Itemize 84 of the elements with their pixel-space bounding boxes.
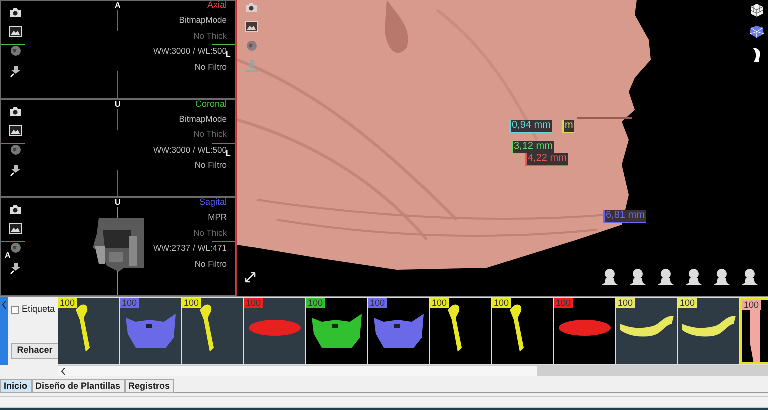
scrollbar-thumb[interactable] xyxy=(537,366,768,376)
tab[interactable]: Diseño de Plantillas xyxy=(32,378,125,392)
head-view-icon[interactable] xyxy=(602,268,618,286)
head-view-icon[interactable] xyxy=(658,268,674,286)
model-thumbnail[interactable]: 100 xyxy=(58,298,119,364)
orientation-label: U xyxy=(114,198,122,208)
view-info: BitmapMode xyxy=(179,14,227,27)
measurement-label: m xyxy=(562,120,574,133)
opacity-badge: 100 xyxy=(244,298,264,308)
head-view-icon[interactable] xyxy=(714,268,730,286)
resize-icon[interactable] xyxy=(245,272,256,283)
tab[interactable]: Inicio xyxy=(0,378,32,392)
view-info: No Filtro xyxy=(194,60,227,74)
view-info: No Thick xyxy=(194,128,227,142)
view-info: WW:2737 / WL:471 xyxy=(153,242,227,256)
measurement-label: 4,22 mm xyxy=(525,153,568,166)
orientation-label: L xyxy=(226,150,231,158)
mesh-icon[interactable] xyxy=(749,25,765,39)
model-thumbnail[interactable]: 100 xyxy=(678,298,739,364)
image-icon[interactable] xyxy=(9,223,22,234)
opacity-badge: 100 xyxy=(306,298,326,308)
orientation-label: A xyxy=(114,1,122,10)
view-line xyxy=(1,44,25,45)
view-info: No Thick xyxy=(194,30,227,42)
view-info: No Filtro xyxy=(194,159,227,172)
image-icon[interactable] xyxy=(245,21,258,32)
opacity-badge: 100 xyxy=(182,298,202,308)
model-thumbnail[interactable]: 100 xyxy=(430,298,491,364)
opacity-badge: 100 xyxy=(58,298,78,308)
opacity-badge: 100 xyxy=(678,298,698,308)
measurement-label: 0,94 mm xyxy=(509,120,552,133)
opacity-badge: 100 xyxy=(120,298,140,308)
head-view-icon[interactable] xyxy=(742,268,758,286)
orientation-label: L xyxy=(226,51,231,59)
cube-grid-icon[interactable] xyxy=(750,3,764,17)
opacity-badge: 100 xyxy=(554,298,574,308)
view-line xyxy=(1,142,25,144)
camera-icon[interactable] xyxy=(9,204,22,216)
redo-button[interactable]: Rehacer xyxy=(11,343,59,359)
chevron-left-icon xyxy=(2,301,6,309)
globe-icon[interactable] xyxy=(10,144,22,156)
view-info: WW:3000 / WL:500 xyxy=(153,144,227,155)
model-thumbnail[interactable]: 100 xyxy=(740,298,768,364)
model-thumbnail[interactable]: 100 xyxy=(616,298,677,364)
measurement-label: 6,81 mm xyxy=(603,210,646,223)
view-info: No Thick xyxy=(194,226,227,240)
image-icon[interactable] xyxy=(9,26,22,37)
model-thumbnail[interactable]: 100 xyxy=(182,298,243,364)
opacity-badge: 100 xyxy=(742,300,762,310)
opacity-badge: 100 xyxy=(492,298,512,308)
view-line xyxy=(212,142,235,144)
opacity-badge: 100 xyxy=(430,298,450,308)
view-info: WW:3000 / WL:500 xyxy=(153,45,227,56)
view-line xyxy=(212,241,235,242)
view-line xyxy=(1,241,25,242)
globe-icon[interactable] xyxy=(246,40,258,52)
model-thumbnail[interactable]: 100 xyxy=(492,298,553,364)
checkbox-label: Etiqueta xyxy=(22,303,56,316)
globe-icon[interactable] xyxy=(10,242,22,254)
camera-icon[interactable] xyxy=(245,2,258,13)
scroll-left-icon[interactable] xyxy=(61,368,66,375)
view-title: Axial xyxy=(207,1,227,12)
orientation-label: U xyxy=(114,100,122,109)
view-title: Coronal xyxy=(195,100,227,111)
orientation-label: A xyxy=(5,252,11,260)
view-line xyxy=(212,44,235,45)
camera-icon[interactable] xyxy=(9,106,22,117)
head-view-icon[interactable] xyxy=(630,268,646,286)
opacity-badge: 100 xyxy=(368,298,388,308)
view-line xyxy=(117,170,118,196)
measurement-label: 3,12 mm xyxy=(511,141,554,154)
view-info: No Filtro xyxy=(194,258,227,271)
view-info: BitmapMode xyxy=(179,112,227,126)
head-view-icon[interactable] xyxy=(686,268,702,286)
opacity-badge: 100 xyxy=(616,298,636,308)
view-info: MPR xyxy=(208,211,227,224)
view-line xyxy=(117,71,118,98)
tab[interactable]: Registros xyxy=(124,378,174,392)
camera-icon[interactable] xyxy=(9,7,22,18)
image-icon[interactable] xyxy=(9,124,22,136)
view-title: Sagital xyxy=(199,198,227,210)
model-thumbnail[interactable]: 100 xyxy=(306,298,367,364)
label-checkbox[interactable] xyxy=(11,306,19,314)
globe-icon[interactable] xyxy=(10,45,22,57)
